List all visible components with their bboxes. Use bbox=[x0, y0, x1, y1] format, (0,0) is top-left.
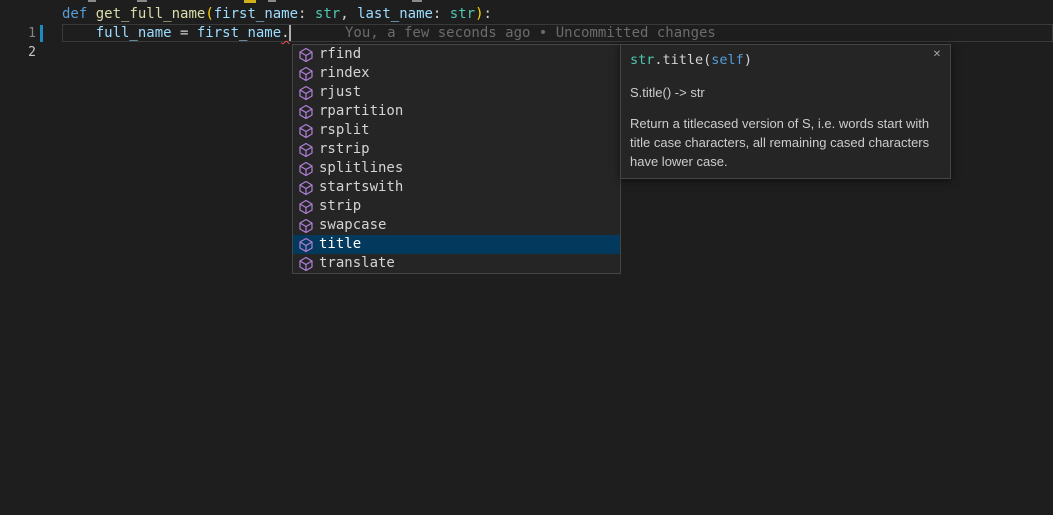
suggest-item-rsplit[interactable]: rsplit bbox=[293, 121, 620, 140]
code-token: str bbox=[450, 6, 475, 22]
code-token: ( bbox=[205, 6, 213, 22]
suggest-item-label: strip bbox=[319, 197, 361, 216]
symbol-method-icon bbox=[298, 47, 314, 63]
clipped-text-fragment bbox=[88, 0, 96, 2]
code-token: def bbox=[62, 6, 87, 22]
suggest-item-label: splitlines bbox=[319, 159, 403, 178]
suggest-item-label: translate bbox=[319, 254, 395, 273]
suggest-item-label: rpartition bbox=[319, 102, 403, 121]
symbol-method-icon bbox=[298, 161, 314, 177]
code-token: ) bbox=[744, 52, 752, 68]
suggest-item-label: rjust bbox=[319, 83, 361, 102]
clipped-text-fragment bbox=[412, 0, 422, 2]
suggest-item-rfind[interactable]: rfind bbox=[293, 45, 620, 64]
code-token: last_name bbox=[357, 6, 433, 22]
code-token: self bbox=[711, 52, 744, 68]
suggest-item-rpartition[interactable]: rpartition bbox=[293, 102, 620, 121]
suggest-item-strip[interactable]: strip bbox=[293, 197, 620, 216]
docs-body: Return a titlecased version of S, i.e. w… bbox=[630, 114, 938, 171]
code-token bbox=[62, 25, 96, 41]
close-icon[interactable]: ✕ bbox=[930, 48, 944, 62]
symbol-method-icon bbox=[298, 218, 314, 234]
suggest-item-label: swapcase bbox=[319, 216, 386, 235]
symbol-method-icon bbox=[298, 180, 314, 196]
line-number-2: 2 bbox=[0, 43, 36, 62]
code-token: first_name bbox=[214, 6, 298, 22]
code-token: str bbox=[315, 6, 340, 22]
suggest-item-label: rsplit bbox=[319, 121, 370, 140]
code-editor-screen: { "palette": { "keyword": "#569CD6", "fu… bbox=[0, 0, 1053, 515]
code-token bbox=[87, 6, 95, 22]
code-token: : bbox=[298, 6, 315, 22]
symbol-method-icon bbox=[298, 142, 314, 158]
clipped-text-fragment bbox=[268, 0, 276, 2]
suggest-item-label: rstrip bbox=[319, 140, 370, 159]
clipped-text-fragment bbox=[137, 0, 147, 2]
code-token: ) bbox=[475, 6, 483, 22]
code-line-2-content: full_name = first_name. bbox=[62, 24, 290, 43]
suggest-item-rjust[interactable]: rjust bbox=[293, 83, 620, 102]
suggest-item-translate[interactable]: translate bbox=[293, 254, 620, 273]
symbol-method-icon bbox=[298, 123, 314, 139]
text-cursor bbox=[289, 25, 291, 41]
docs-subtitle: S.title() -> str bbox=[630, 83, 940, 102]
code-token: first_name bbox=[197, 25, 281, 41]
symbol-method-icon bbox=[298, 66, 314, 82]
suggest-item-rstrip[interactable]: rstrip bbox=[293, 140, 620, 159]
autocomplete-suggest-widget[interactable]: rfind rindex rjust rpartition rsplit rst… bbox=[292, 44, 621, 274]
suggest-item-label: title bbox=[319, 235, 361, 254]
suggest-item-splitlines[interactable]: splitlines bbox=[293, 159, 620, 178]
code-line-1[interactable]: 1 def get_full_name(first_name: str, las… bbox=[0, 5, 1053, 24]
code-token: full_name bbox=[96, 25, 172, 41]
code-token: get_full_name bbox=[96, 6, 206, 22]
code-token: , bbox=[340, 6, 357, 22]
code-token: = bbox=[172, 25, 197, 41]
suggest-item-rindex[interactable]: rindex bbox=[293, 64, 620, 83]
symbol-method-icon bbox=[298, 199, 314, 215]
code-token: : bbox=[484, 6, 492, 22]
suggest-item-label: rindex bbox=[319, 64, 370, 83]
suggest-item-label: startswith bbox=[319, 178, 403, 197]
symbol-method-icon bbox=[298, 85, 314, 101]
suggest-item-label: rfind bbox=[319, 45, 361, 64]
suggest-docs-panel: str.title(self) ✕ S.title() -> str Retur… bbox=[620, 44, 951, 179]
code-line-1-content: def get_full_name(first_name: str, last_… bbox=[62, 5, 492, 24]
code-token: .title( bbox=[654, 52, 711, 68]
gutter-modified-indicator bbox=[40, 25, 43, 42]
docs-signature: str.title(self) bbox=[630, 51, 940, 70]
code-token: : bbox=[433, 6, 450, 22]
clipped-text-fragment bbox=[244, 0, 256, 3]
code-token: str bbox=[630, 52, 654, 68]
suggest-item-startswith[interactable]: startswith bbox=[293, 178, 620, 197]
symbol-method-icon bbox=[298, 256, 314, 272]
symbol-method-icon bbox=[298, 104, 314, 120]
git-blame-annotation: You, a few seconds ago • Uncommitted cha… bbox=[345, 24, 716, 43]
suggest-item-swapcase[interactable]: swapcase bbox=[293, 216, 620, 235]
suggest-list: rfind rindex rjust rpartition rsplit rst… bbox=[293, 45, 620, 273]
symbol-method-icon bbox=[298, 237, 314, 253]
suggest-item-title[interactable]: title bbox=[293, 235, 620, 254]
